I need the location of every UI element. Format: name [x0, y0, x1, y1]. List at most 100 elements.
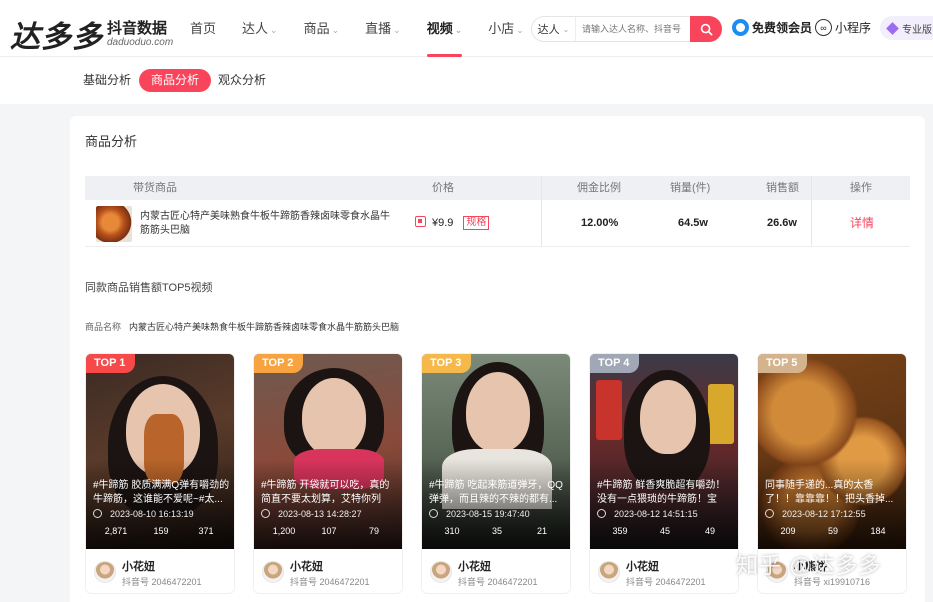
- video-time: 2023-08-12 14:51:15: [597, 509, 698, 519]
- nav-item-shop[interactable]: 小店 ⌄: [488, 0, 524, 57]
- brand-logo[interactable]: 达多多 抖音数据 daduoduo.com: [10, 12, 173, 56]
- shop-icon: [415, 216, 426, 227]
- video-stats: 359 45 49: [590, 526, 738, 540]
- video-title: 同事随手递的...真的太香了！！靠靠靠！！把头香掉...: [765, 480, 894, 505]
- clock-icon: [261, 509, 270, 518]
- comments-count: 45: [659, 526, 670, 536]
- mini-program-link[interactable]: ∞ 小程序: [815, 19, 871, 36]
- chevron-down-icon: ⌄: [393, 25, 401, 35]
- clock-icon: [765, 509, 774, 518]
- product-thumbnail[interactable]: [96, 206, 132, 242]
- tab-basic-analysis[interactable]: 基础分析: [71, 69, 143, 92]
- author-account: 抖音号 2046472201: [458, 577, 538, 587]
- video-thumbnail[interactable]: TOP 3 #牛蹄筋 吃起来筋道弹牙，QQ弹弹，而且辣的不辣的都有... 202…: [422, 354, 570, 549]
- nav-item-influencer[interactable]: 达人 ⌄: [242, 0, 278, 57]
- mini-program-icon: ∞: [815, 19, 832, 36]
- chevron-down-icon: ⌄: [516, 25, 524, 35]
- video-card-4[interactable]: TOP 4 #牛蹄筋 鲜香爽脆超有嚼劲！没有一点猥琐的牛蹄筋！宝子... 202…: [589, 353, 739, 594]
- brand-name: 抖音数据: [107, 19, 168, 37]
- watermark: 知乎 @达多多: [736, 553, 882, 578]
- free-vip-link[interactable]: 免费领会员: [732, 19, 812, 36]
- sales-cell: 64.5w: [678, 217, 708, 229]
- video-time: 2023-08-15 19:47:40: [429, 509, 530, 519]
- avatar: [262, 561, 284, 583]
- likes-count: 2,871: [104, 526, 128, 536]
- section-title: 同款商品销售额TOP5视频: [85, 282, 213, 294]
- spec-button[interactable]: 规格: [463, 216, 490, 230]
- diamond-icon: [886, 21, 899, 35]
- video-title: #牛蹄筋 吃起来筋道弹牙，QQ弹弹，而且辣的不辣的都有...: [429, 480, 563, 505]
- shares-count: 21: [536, 526, 547, 536]
- table-row: 内蒙古匠心特产美味熟食牛板牛蹄筋香辣卤味零食水晶牛筋筋头巴脑 ¥9.9 规格 12…: [85, 200, 910, 247]
- shares-count: 79: [368, 526, 379, 536]
- chevron-down-icon: ⌄: [270, 25, 278, 35]
- video-card-2[interactable]: TOP 2 #牛蹄筋 开袋就可以吃，真的简直不要太划算，艾特你列表... 202…: [253, 353, 403, 594]
- author-name: 小花妞: [458, 561, 491, 573]
- video-card-3[interactable]: TOP 3 #牛蹄筋 吃起来筋道弹牙，QQ弹弹，而且辣的不辣的都有... 202…: [421, 353, 571, 594]
- rank-badge: TOP 4: [590, 354, 640, 373]
- card-title: 商品分析: [85, 134, 138, 149]
- product-name[interactable]: 内蒙古匠心特产美味熟食牛板牛蹄筋香辣卤味零食水晶牛筋筋头巴脑: [140, 210, 390, 238]
- likes-count: 310: [444, 526, 460, 536]
- author-name: 小花妞: [290, 561, 323, 573]
- comments-count: 159: [153, 526, 169, 536]
- search-type-select[interactable]: 达人 ⌄: [532, 17, 576, 41]
- top-header: 达多多 抖音数据 daduoduo.com 首页 达人 ⌄ 商品 ⌄ 直播 ⌄ 视频 ⌄…: [0, 0, 933, 57]
- video-author[interactable]: 小花妞 抖音号 2046472201: [254, 549, 402, 593]
- shares-count: 371: [198, 526, 214, 536]
- video-author[interactable]: 小花妞 抖音号 2046472201: [590, 549, 738, 593]
- video-card-1[interactable]: TOP 1 #牛蹄筋 胶质满满Q弹有嚼劲的牛蹄筋，这谁能不爱呢~#太... 20…: [85, 353, 235, 594]
- product-name-row: 商品名称 内蒙古匠心特产美味熟食牛板牛蹄筋香辣卤味零食水晶牛筋筋头巴脑: [85, 322, 400, 332]
- nav-item-product[interactable]: 商品 ⌄: [304, 0, 340, 57]
- likes-count: 1,200: [272, 526, 296, 536]
- commission-cell: 12.00%: [581, 217, 619, 229]
- tab-product-analysis[interactable]: 商品分析: [139, 69, 212, 92]
- comments-count: 107: [321, 526, 337, 536]
- clock-icon: [429, 509, 438, 518]
- video-time: 2023-08-13 14:28:27: [261, 509, 362, 519]
- shares-count: 49: [704, 526, 715, 536]
- video-author[interactable]: 小花妞 抖音号 2046472201: [86, 549, 234, 593]
- rank-badge: TOP 2: [254, 354, 304, 373]
- rank-badge: TOP 1: [86, 354, 136, 373]
- nav-item-home[interactable]: 首页: [190, 0, 216, 57]
- video-thumbnail[interactable]: TOP 1 #牛蹄筋 胶质满满Q弹有嚼劲的牛蹄筋，这谁能不爱呢~#太... 20…: [86, 354, 234, 549]
- table-header: 带货商品 价格 佣金比例 销量(件) 销售额 操作: [85, 176, 910, 247]
- clock-icon: [93, 509, 102, 518]
- video-thumbnail[interactable]: TOP 4 #牛蹄筋 鲜香爽脆超有嚼劲！没有一点猥琐的牛蹄筋！宝子... 202…: [590, 354, 738, 549]
- avatar: [598, 561, 620, 583]
- video-author[interactable]: 小花妞 抖音号 2046472201: [422, 549, 570, 593]
- sub-tabs: 基础分析 商品分析 观众分析: [0, 57, 933, 104]
- likes-count: 209: [780, 526, 796, 536]
- product-analysis-card: 商品分析 带货商品 价格 佣金比例 销量(件) 销售额 操作 内蒙古匠心特产美味…: [70, 116, 925, 602]
- search-button[interactable]: [690, 16, 722, 42]
- author-name: 小花妞: [626, 561, 659, 573]
- col-sales: 销量(件): [670, 182, 711, 194]
- chevron-down-icon: ⌄: [562, 24, 570, 34]
- col-product: 带货商品: [133, 182, 177, 194]
- author-account: 抖音号 2046472201: [290, 577, 370, 587]
- video-title: #牛蹄筋 开袋就可以吃，真的简直不要太划算，艾特你列表...: [261, 480, 390, 505]
- shares-count: 184: [870, 526, 886, 536]
- video-stats: 2,871 159 371: [86, 526, 234, 540]
- video-stats: 1,200 107 79: [254, 526, 402, 540]
- tab-audience-analysis[interactable]: 观众分析: [206, 69, 278, 92]
- nav-item-live[interactable]: 直播 ⌄: [365, 0, 401, 57]
- author-account: 抖音号 2046472201: [122, 577, 202, 587]
- likes-count: 359: [612, 526, 628, 536]
- pro-version-button[interactable]: 专业版: [880, 16, 933, 40]
- vip-icon: [732, 19, 749, 36]
- video-thumbnail[interactable]: TOP 5 同事随手递的...真的太香了！！靠靠靠！！把头香掉... 2023-…: [758, 354, 906, 549]
- chevron-down-icon: ⌄: [454, 25, 463, 35]
- brand-mark: 达多多: [10, 20, 103, 55]
- nav-item-video[interactable]: 视频 ⌄: [426, 0, 463, 57]
- comments-count: 35: [491, 526, 502, 536]
- author-account: 抖音号 2046472201: [626, 577, 706, 587]
- video-thumbnail[interactable]: TOP 2 #牛蹄筋 开袋就可以吃，真的简直不要太划算，艾特你列表... 202…: [254, 354, 402, 549]
- clock-icon: [597, 509, 606, 518]
- author-name: 小花妞: [122, 561, 155, 573]
- avatar: [430, 561, 452, 583]
- search-icon: [700, 23, 712, 35]
- detail-link[interactable]: 详情: [850, 216, 874, 230]
- col-price: 价格: [432, 182, 454, 194]
